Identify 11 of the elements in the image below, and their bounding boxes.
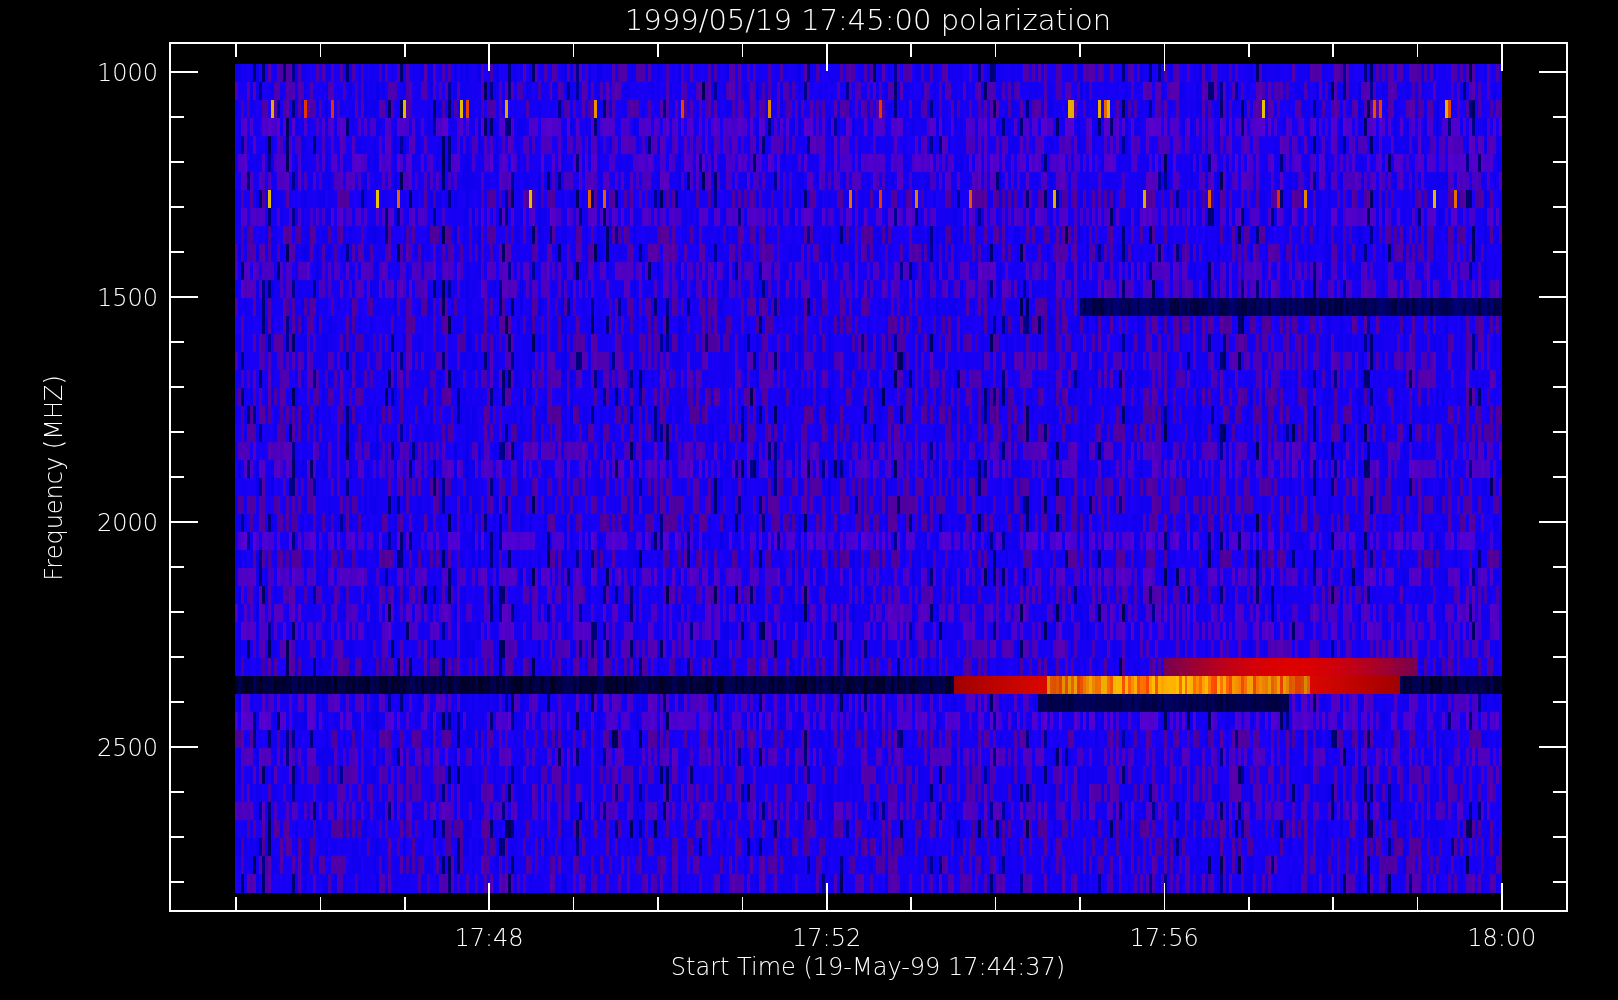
- x-tick-label: 18:00: [1467, 924, 1537, 952]
- y-axis-label: Frequency (MHZ): [40, 375, 68, 581]
- y-tick-label: 2500: [96, 734, 158, 762]
- x-tick-label: 17:48: [454, 924, 524, 952]
- y-tick-label: 1500: [96, 284, 158, 312]
- plot-title: 1999/05/19 17:45:00 polarization: [624, 3, 1112, 37]
- x-axis-label: Start Time (19-May-99 17:44:37): [670, 953, 1066, 981]
- y-tick-label: 1000: [96, 59, 158, 87]
- x-tick-label: 17:56: [1129, 924, 1199, 952]
- y-tick-label: 2000: [96, 509, 158, 537]
- x-tick-label: 17:52: [792, 924, 862, 952]
